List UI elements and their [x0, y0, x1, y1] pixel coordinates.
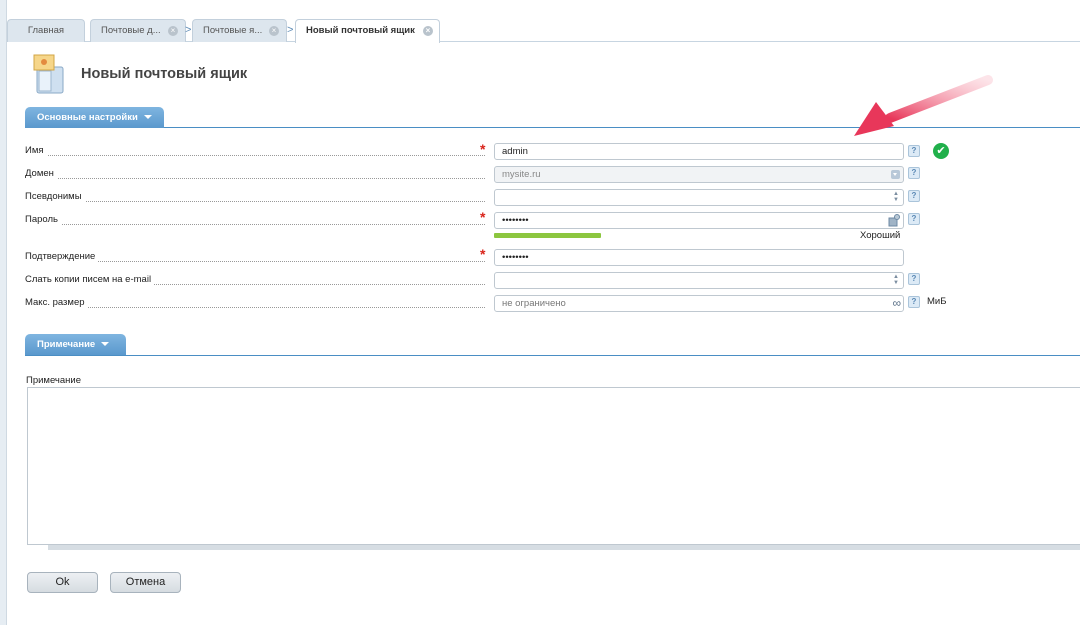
required-marker: *	[480, 209, 486, 225]
tab-new-mailbox-label: Новый почтовый ящик	[306, 25, 415, 36]
domain-label: Домен	[25, 168, 57, 179]
breadcrumb-chevron-icon: >	[287, 24, 294, 36]
chevron-down-icon	[143, 115, 152, 120]
annotation-arrow-icon	[854, 75, 993, 136]
infinity-icon[interactable]: ∞	[892, 296, 901, 311]
section-tab-note-label: Примечание	[37, 339, 96, 350]
breadcrumb-chevron-icon: >	[185, 24, 192, 36]
section-tab-main-label: Основные настройки	[37, 112, 138, 123]
confirm-row: Подтверждение	[25, 251, 485, 265]
password-strength-label: Хороший	[860, 230, 901, 241]
section-tab-main[interactable]: Основные настройки	[25, 107, 164, 128]
password-value: ••••••••	[502, 215, 529, 226]
close-icon[interactable]: ×	[269, 26, 279, 36]
close-icon[interactable]: ×	[168, 26, 178, 36]
tab-mailboxes[interactable]: Почтовые я... ×	[192, 19, 287, 42]
tab-home[interactable]: Главная	[7, 19, 85, 42]
confirm-input[interactable]: ••••••••	[494, 249, 904, 266]
copies-row: Слать копии писем на e-mail	[25, 274, 485, 288]
name-input[interactable]: admin	[494, 143, 904, 160]
tab-new-mailbox[interactable]: Новый почтовый ящик ×	[295, 19, 440, 43]
help-icon[interactable]: ?	[908, 167, 920, 179]
copies-input[interactable]: ▲ ▼	[494, 272, 904, 289]
max-size-label: Макс. размер	[25, 297, 88, 308]
max-size-input[interactable]: не ограничено ∞	[494, 295, 904, 312]
resize-arrows-icon[interactable]: ▲ ▼	[892, 274, 900, 287]
chevron-down-icon	[101, 342, 110, 347]
tab-home-label: Главная	[27, 25, 65, 36]
tab-bar: Главная Почтовые д... × > Почтовые я... …	[7, 0, 1080, 43]
password-label: Пароль	[25, 214, 61, 225]
cancel-button[interactable]: Отмена	[110, 572, 181, 593]
close-icon[interactable]: ×	[423, 26, 433, 36]
horizontal-scrollbar[interactable]	[48, 545, 1080, 550]
domain-row: Домен	[25, 168, 485, 182]
aliases-input[interactable]: ▲ ▼	[494, 189, 904, 206]
left-panel-edge	[0, 0, 7, 625]
help-icon[interactable]: ?	[908, 190, 920, 202]
ok-button[interactable]: Ok	[27, 572, 98, 593]
section-tab-note[interactable]: Примечание	[25, 334, 126, 355]
max-size-row: Макс. размер	[25, 297, 485, 311]
name-label: Имя	[25, 145, 47, 156]
copies-label: Слать копии писем на e-mail	[25, 274, 155, 285]
page-title: Новый почтовый ящик	[81, 66, 248, 82]
password-strength-bar	[494, 233, 601, 238]
confirm-label: Подтверждение	[25, 251, 99, 262]
note-textarea[interactable]	[27, 387, 1080, 545]
tab-mail-domains[interactable]: Почтовые д... ×	[90, 19, 186, 42]
help-icon[interactable]: ?	[908, 296, 920, 308]
chevron-down-icon[interactable]	[891, 170, 900, 179]
max-size-placeholder: не ограничено	[502, 298, 566, 309]
note-label: Примечание	[26, 375, 81, 386]
section-divider	[25, 355, 1080, 356]
domain-value: mysite.ru	[502, 169, 541, 180]
required-marker: *	[480, 141, 486, 157]
max-size-unit: МиБ	[927, 296, 947, 307]
aliases-label: Псевдонимы	[25, 191, 85, 202]
help-icon[interactable]: ?	[908, 213, 920, 225]
name-row: Имя	[25, 145, 485, 159]
help-icon[interactable]: ?	[908, 273, 920, 285]
aliases-row: Псевдонимы	[25, 191, 485, 205]
required-marker: *	[480, 246, 486, 262]
password-input[interactable]: ••••••••	[494, 212, 904, 229]
mailbox-icon	[30, 53, 70, 95]
password-row: Пароль	[25, 214, 485, 228]
domain-select[interactable]: mysite.ru	[494, 166, 904, 183]
resize-arrows-icon[interactable]: ▲ ▼	[892, 191, 900, 204]
